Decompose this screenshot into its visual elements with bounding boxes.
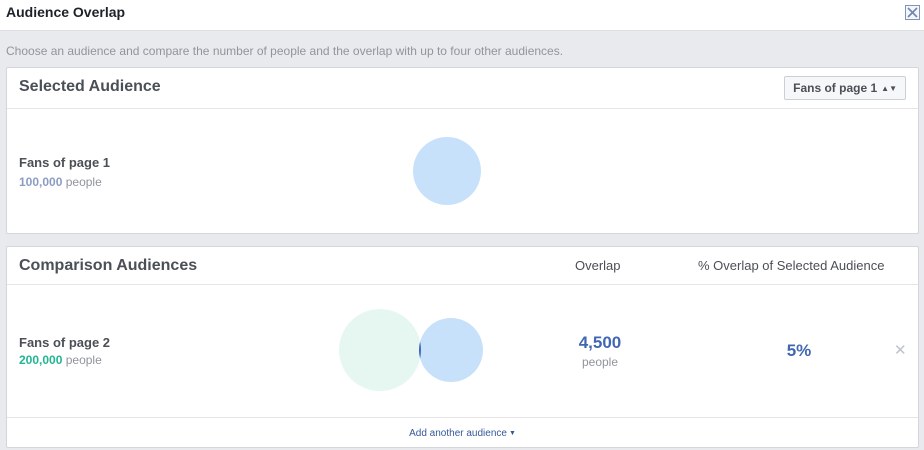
comparison-audiences-header: Comparison Audiences Overlap % Overlap o…	[7, 247, 918, 285]
selected-audience-header: Selected Audience Fans of page 1 ▲▼	[7, 68, 918, 109]
selected-audience-title: Selected Audience	[19, 78, 161, 95]
comparison-audience-circle	[339, 309, 421, 391]
comparison-audience-name: Fans of page 2	[19, 335, 111, 350]
remove-audience-icon[interactable]: ✕	[894, 341, 907, 359]
updown-arrows-icon: ▲▼	[881, 84, 897, 93]
comparison-audiences-title: Comparison Audiences	[19, 257, 198, 274]
caret-down-icon: ▼	[508, 430, 516, 437]
selected-audience-circle-small	[419, 318, 483, 382]
add-another-audience-label: Add another audience	[409, 428, 507, 439]
comparison-audiences-card: Comparison Audiences Overlap % Overlap o…	[6, 246, 919, 448]
selected-audience-name: Fans of page 1	[19, 155, 111, 170]
selected-audience-circle	[413, 137, 481, 205]
selected-audience-count-value: 100,000	[19, 175, 63, 189]
dialog-title: Audience Overlap	[6, 4, 126, 20]
add-audience-row: Add another audience ▼	[7, 417, 918, 448]
pct-overlap-value: 5%	[786, 341, 812, 360]
add-another-audience-link[interactable]: Add another audience ▼	[7, 428, 918, 439]
selected-audience-count: 100,000 people	[19, 175, 102, 189]
overlap-column-header: Overlap	[575, 258, 621, 273]
close-icon	[907, 7, 918, 18]
selected-audience-card: Selected Audience Fans of page 1 ▲▼ Fans …	[6, 67, 919, 234]
audience-dropdown[interactable]: Fans of page 1 ▲▼	[784, 76, 906, 100]
pct-overlap-column-header: % Overlap of Selected Audience	[698, 258, 885, 273]
dialog-header: Audience Overlap	[0, 0, 924, 31]
intro-text: Choose an audience and compare the numbe…	[6, 44, 564, 58]
audience-dropdown-value: Fans of page 1	[793, 81, 878, 95]
comparison-audience-count-unit: people	[65, 353, 102, 367]
selected-audience-count-unit: people	[65, 175, 102, 189]
comparison-audience-count: 200,000 people	[19, 353, 102, 367]
overlap-value: 4,500	[578, 333, 622, 352]
overlap-unit: people	[581, 355, 619, 369]
comparison-audience-count-value: 200,000	[19, 353, 63, 367]
close-button[interactable]	[905, 5, 920, 20]
venn-diagram	[339, 309, 483, 391]
